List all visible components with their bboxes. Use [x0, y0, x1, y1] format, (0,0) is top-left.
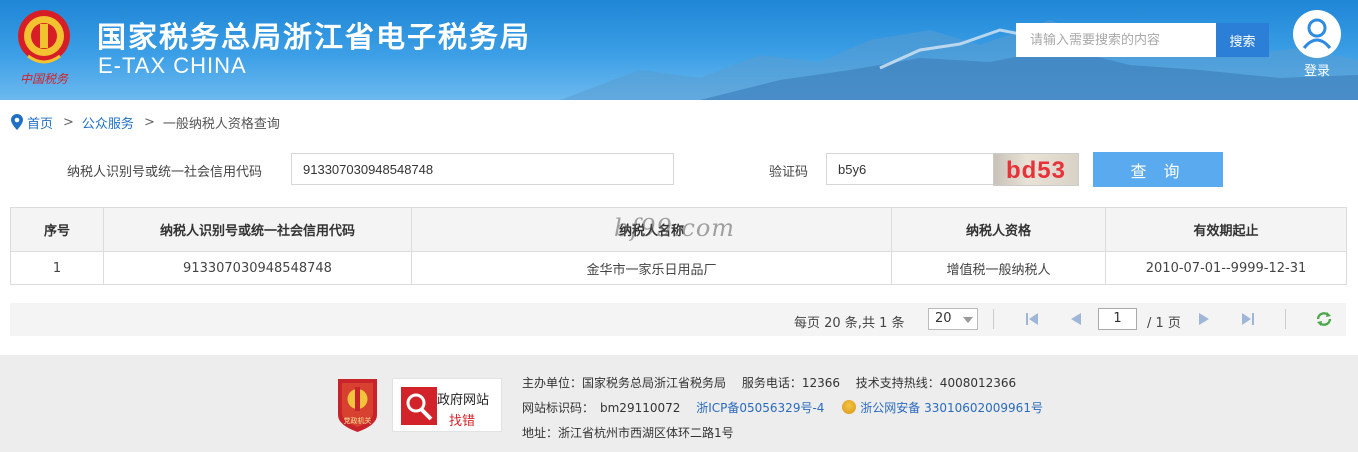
site-id: 网站标识码： bm29110072	[522, 401, 681, 415]
gov-site-report: 找错	[449, 414, 476, 429]
footer-address: 地址：浙江省杭州市西湖区体环二路1号	[522, 426, 734, 440]
party-government-logo[interactable]: 党政机关	[334, 377, 381, 433]
party-logo-text: 党政机关	[344, 416, 372, 425]
cell-taxid: 913307030948548748	[103, 251, 412, 285]
police-record-link[interactable]: 浙公网安备 33010602009961号	[860, 401, 1043, 415]
footer-organizer: 主办单位：国家税务总局浙江省税务局 服务电话：12366 技术支持热线：4008…	[522, 376, 1017, 390]
table-header-row: 序号 纳税人识别号或统一社会信用代码 纳税人名称 纳税人资格 有效期起止	[10, 207, 1347, 252]
first-page-icon[interactable]	[1023, 310, 1041, 328]
cell-name: 金华市一家乐日用品厂	[411, 251, 892, 285]
captcha-input[interactable]	[826, 153, 994, 185]
pager-divider	[993, 309, 994, 329]
breadcrumb-separator: >	[63, 114, 74, 130]
refresh-icon[interactable]	[1315, 310, 1333, 328]
captcha-label: 验证码	[769, 165, 809, 180]
column-header-validity: 有效期起止	[1105, 207, 1347, 252]
breadcrumb-current: 一般纳税人资格查询	[162, 116, 280, 132]
gov-site-error-report[interactable]: 政府网站 找错	[392, 378, 502, 432]
pagination-bar: 每页 20 条,共 1 条 20 1 / 1 页	[10, 303, 1346, 336]
last-page-icon[interactable]	[1239, 310, 1257, 328]
taxid-input[interactable]	[291, 153, 674, 185]
site-subtitle: E-TAX CHINA	[98, 53, 247, 78]
police-badge-icon	[842, 400, 857, 414]
gov-site-title: 政府网站	[437, 393, 490, 408]
breadcrumb-home[interactable]: 首页	[27, 113, 53, 132]
site-header: 中国税务 国家税务总局浙江省电子税务局 E-TAX CHINA 搜索 登录	[0, 0, 1358, 100]
prev-page-icon[interactable]	[1067, 310, 1085, 328]
cell-qualification: 增值税一般纳税人	[891, 251, 1106, 285]
taxid-label: 纳税人识别号或统一社会信用代码	[67, 165, 263, 180]
footer-registration: 网站标识码： bm29110072 浙ICP备05056329号-4 浙公网安备…	[522, 399, 1043, 416]
breadcrumb: 首页 > 公众服务 > 一般纳税人资格查询	[11, 112, 280, 132]
pager-divider	[1285, 309, 1286, 329]
site-search-button[interactable]: 搜索	[1216, 23, 1269, 57]
page-size-value: 20	[935, 311, 952, 326]
captcha-image[interactable]: bd53	[993, 153, 1079, 186]
result-table: 序号 纳税人识别号或统一社会信用代码 纳税人名称 纳税人资格 有效期起止 1 9…	[10, 207, 1347, 285]
site-title: 国家税务总局浙江省电子税务局	[97, 20, 532, 54]
site-footer: 党政机关 政府网站 找错 主办单位：国家税务总局浙江省税务局 服务电话：1236…	[0, 355, 1358, 452]
magnifier-icon	[401, 387, 437, 425]
icp-link[interactable]: 浙ICP备05056329号-4	[696, 401, 824, 415]
user-icon	[1302, 18, 1332, 49]
table-row: 1 913307030948548748 金华市一家乐日用品厂 增值税一般纳税人…	[10, 251, 1347, 285]
login-label[interactable]: 登录	[1293, 60, 1341, 79]
login-avatar[interactable]	[1293, 10, 1341, 58]
cell-index: 1	[10, 251, 104, 285]
breadcrumb-public-service[interactable]: 公众服务	[82, 113, 134, 132]
column-header-name: 纳税人名称	[411, 207, 892, 252]
current-page-input[interactable]: 1	[1098, 308, 1137, 330]
query-button[interactable]: 查 询	[1093, 152, 1223, 187]
next-page-icon[interactable]	[1195, 310, 1213, 328]
page-size-select[interactable]: 20	[928, 308, 978, 330]
column-header-qualification: 纳税人资格	[891, 207, 1106, 252]
location-pin-icon	[11, 114, 23, 130]
cell-validity: 2010-07-01--9999-12-31	[1105, 251, 1347, 285]
page-info: 每页 20 条,共 1 条	[794, 316, 905, 331]
emblem-calligraphy: 中国税务	[20, 72, 69, 86]
breadcrumb-separator: >	[143, 114, 155, 130]
column-header-index: 序号	[10, 207, 104, 252]
site-search-input[interactable]	[1016, 23, 1216, 57]
chevron-down-icon	[963, 317, 973, 323]
total-pages: / 1 页	[1147, 316, 1181, 331]
column-header-taxid: 纳税人识别号或统一社会信用代码	[103, 207, 412, 252]
